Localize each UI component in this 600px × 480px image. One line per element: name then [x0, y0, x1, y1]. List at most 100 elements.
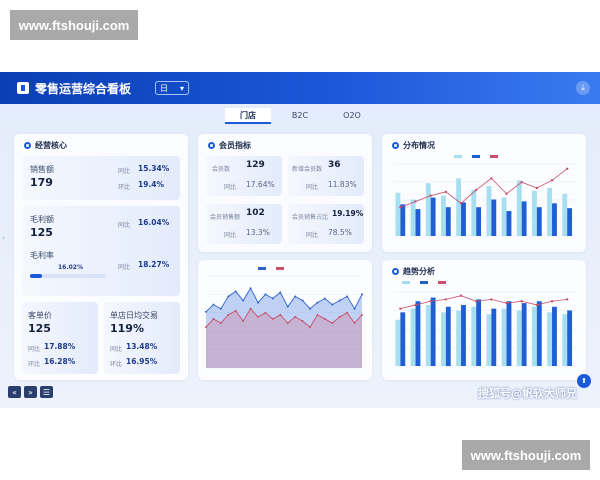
- bar: [552, 203, 557, 236]
- watermark-top: www.ftshouji.com: [10, 10, 138, 40]
- area-point: [338, 315, 341, 318]
- area-point: [257, 315, 259, 318]
- sales-tongbi-label: 同比: [118, 168, 131, 175]
- bar: [562, 314, 568, 366]
- margin-progress-track: [30, 274, 106, 278]
- area-point: [234, 309, 237, 312]
- member-new-tongbi: 11.83%: [328, 180, 357, 189]
- bar: [400, 204, 406, 236]
- trend-chart: [394, 291, 576, 367]
- member-card-title: 会员指标: [208, 140, 251, 151]
- bar: [441, 312, 446, 366]
- daily-avg-value: 119%: [110, 322, 144, 335]
- list-view-button[interactable]: ☰: [40, 386, 53, 398]
- prev-page-button[interactable]: «: [8, 386, 21, 398]
- trend-card: 趋势分析: [382, 260, 586, 380]
- area-point: [323, 297, 326, 300]
- bar: [567, 310, 573, 366]
- margin-progress-fill: [30, 274, 43, 278]
- area-point: [294, 295, 297, 298]
- area-chart: [205, 275, 363, 369]
- unit-price-huanbi-label: 环比: [28, 361, 41, 368]
- area-point: [205, 310, 207, 313]
- sales-value: 179: [30, 176, 53, 189]
- member-share-block: 会员销售占比 19.19% 同比 78.5%: [288, 204, 364, 244]
- area-point: [227, 295, 230, 298]
- bar: [562, 193, 568, 236]
- daily-avg-huanbi-label: 环比: [110, 361, 123, 368]
- area-point: [309, 326, 311, 329]
- distribution-card: 分布情况: [382, 134, 586, 252]
- tab-b2c[interactable]: B2C: [277, 108, 323, 124]
- margin-label: 毛利率: [30, 251, 54, 260]
- scroll-top-button[interactable]: ⬆: [577, 374, 591, 388]
- core-title-icon: [24, 142, 31, 149]
- margin-tongbi-label: 同比: [118, 264, 131, 271]
- unit-price-tongbi-label: 同比: [28, 346, 41, 353]
- bar: [456, 310, 462, 366]
- core-card: 经营核心 销售额 179 同比 15.34% 环比 19.4% 毛利额 125 …: [14, 134, 188, 380]
- next-page-button[interactable]: »: [24, 386, 37, 398]
- bar: [476, 207, 482, 236]
- member-new-tongbi-label: 同比: [306, 184, 319, 191]
- gross-tongbi-label: 同比: [118, 222, 131, 229]
- area-point: [249, 287, 252, 290]
- member-new-block: 新增会员数 36 同比 11.83%: [288, 156, 364, 196]
- area-point: [219, 307, 222, 310]
- bar: [491, 308, 497, 366]
- period-select-value: 日: [160, 83, 169, 93]
- series-line: [400, 168, 568, 208]
- member-new-label: 新增会员数: [292, 166, 323, 173]
- left-edge-handle[interactable]: ‹: [2, 234, 5, 242]
- tab-o2o[interactable]: O2O: [329, 108, 375, 124]
- area-point: [242, 299, 245, 302]
- area-point: [301, 299, 304, 302]
- tab-bar: 门店 B2C O2O: [0, 108, 600, 124]
- period-select[interactable]: 日 ▾: [155, 81, 190, 95]
- member-count-tongbi-label: 同比: [224, 184, 237, 191]
- area-point: [309, 307, 311, 310]
- gross-block: 毛利额 125 同比 16.04% 毛利率 16.02% 同比 18.27%: [22, 206, 180, 296]
- bar: [395, 192, 401, 236]
- member-count-value: 129: [246, 160, 265, 170]
- daily-avg-label: 单店日均交易: [110, 311, 158, 320]
- member-sales-block: 会员销售额 102 同比 13.3%: [206, 204, 282, 244]
- bar: [547, 188, 553, 236]
- bar: [491, 199, 497, 236]
- bar: [415, 209, 421, 236]
- dashboard: 零售运营综合看板 日 ▾ ⤓ 门店 B2C O2O 经营核心 销售额 179 同…: [0, 72, 600, 408]
- sales-huanbi: 19.4%: [138, 180, 165, 189]
- area-point: [264, 311, 267, 314]
- bar: [395, 319, 401, 366]
- briefcase-icon: [17, 82, 29, 94]
- bar: [521, 303, 527, 366]
- gross-label: 毛利额: [30, 215, 54, 224]
- bar: [471, 189, 477, 236]
- daily-avg-tongbi-label: 同比: [110, 346, 123, 353]
- tab-store[interactable]: 门店: [225, 108, 271, 124]
- unit-price-tongbi: 17.88%: [44, 342, 76, 351]
- daily-avg-block: 单店日均交易 119% 同比 13.48% 环比 16.95%: [104, 302, 180, 374]
- area-point: [316, 313, 319, 316]
- area-point: [227, 313, 230, 316]
- bar: [425, 183, 431, 236]
- member-sales-tongbi: 13.3%: [246, 228, 270, 237]
- bar: [536, 207, 542, 236]
- area-point: [279, 291, 282, 294]
- area-point: [212, 303, 215, 306]
- area-point: [234, 290, 237, 293]
- watermark-bottom: www.ftshouji.com: [462, 440, 590, 470]
- bar: [430, 297, 436, 366]
- bar: [400, 312, 406, 366]
- bar: [532, 306, 537, 366]
- core-card-title: 经营核心: [24, 140, 67, 151]
- area-point: [346, 295, 349, 298]
- area-point: [346, 311, 349, 314]
- member-share-value: 19.19%: [332, 209, 364, 218]
- bar: [516, 180, 522, 236]
- download-icon[interactable]: ⤓: [576, 81, 590, 95]
- margin-progress-label: 16.02%: [58, 264, 83, 271]
- page: www.ftshouji.com 零售运营综合看板 日 ▾ ⤓ 门店 B2C O…: [0, 0, 600, 480]
- daily-avg-huanbi: 16.95%: [126, 357, 158, 366]
- area-point: [316, 301, 319, 304]
